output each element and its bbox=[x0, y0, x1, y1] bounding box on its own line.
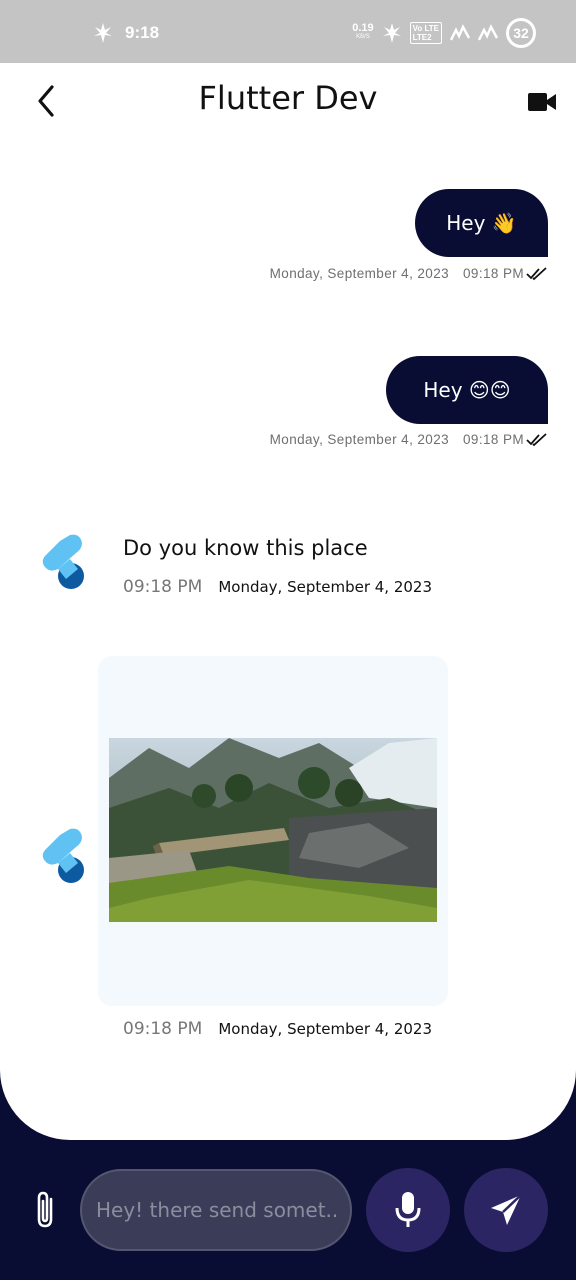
message-date: Monday, September 4, 2023 bbox=[218, 1020, 433, 1038]
message-text: Hey 😊😊 bbox=[423, 378, 511, 402]
page-title: Flutter Dev bbox=[198, 79, 378, 117]
message-meta: Monday, September 4, 2023 09:18 PM bbox=[270, 432, 548, 447]
sent-message-bubble[interactable]: Hey 👋 bbox=[415, 189, 548, 257]
message-date: Monday, September 4, 2023 bbox=[218, 578, 433, 596]
battery-indicator: 32 bbox=[506, 18, 536, 48]
status-left: 9:18 bbox=[93, 22, 159, 44]
message-date: Monday, September 4, 2023 bbox=[269, 432, 450, 447]
message-time-wrap: 09:18 PM bbox=[463, 432, 548, 447]
volte-top: Vo LTE bbox=[412, 24, 439, 33]
message-text: Hey 👋 bbox=[446, 211, 517, 235]
message-time: 09:18 PM bbox=[463, 432, 524, 447]
microphone-icon bbox=[395, 1192, 421, 1227]
message-input[interactable] bbox=[80, 1169, 352, 1251]
message-time: 09:18 PM bbox=[463, 266, 524, 281]
flutter-logo-avatar[interactable] bbox=[36, 531, 92, 595]
message-time: 09:18 PM bbox=[123, 1019, 203, 1039]
volte-bottom: LTE2 bbox=[412, 33, 432, 42]
message-date: Monday, September 4, 2023 bbox=[269, 266, 450, 281]
status-right: 0.19 KB/S Vo LTE LTE2 32 bbox=[352, 18, 536, 48]
app-header: Flutter Dev bbox=[0, 63, 576, 143]
flutter-logo-avatar[interactable] bbox=[36, 825, 92, 889]
message-time: 09:18 PM bbox=[123, 577, 203, 597]
message-composer bbox=[0, 1140, 576, 1280]
send-icon bbox=[491, 1194, 522, 1225]
chat-panel: Flutter Dev Hey 👋 Monday, September 4, 2… bbox=[0, 63, 576, 1140]
status-time: 9:18 bbox=[125, 23, 160, 42]
message-time-wrap: 09:18 PM bbox=[463, 266, 548, 281]
leaf-icon bbox=[94, 23, 112, 43]
video-camera-icon[interactable] bbox=[528, 91, 556, 113]
signal-icon bbox=[478, 24, 498, 41]
received-message-text: Do you know this place bbox=[123, 536, 368, 560]
status-bar: 9:18 0.19 KB/S Vo LTE LTE2 32 bbox=[0, 0, 576, 63]
sent-message-bubble[interactable]: Hey 😊😊 bbox=[386, 356, 548, 424]
network-speed: 0.19 KB/S bbox=[352, 22, 374, 42]
send-button[interactable] bbox=[464, 1168, 548, 1252]
landscape-photo bbox=[109, 738, 437, 922]
volte-badge: Vo LTE LTE2 bbox=[409, 22, 442, 44]
paperclip-icon[interactable] bbox=[32, 1190, 60, 1230]
network-speed-value: 0.19 bbox=[352, 22, 374, 34]
signal-icon bbox=[450, 24, 470, 41]
double-check-icon bbox=[526, 266, 547, 280]
network-speed-unit: KB/S bbox=[356, 34, 370, 40]
double-check-icon bbox=[526, 432, 547, 446]
received-message-meta: 09:18 PM Monday, September 4, 2023 bbox=[123, 577, 432, 597]
message-meta: Monday, September 4, 2023 09:18 PM bbox=[270, 266, 548, 281]
image-message-card[interactable] bbox=[98, 656, 448, 1006]
received-message-meta: 09:18 PM Monday, September 4, 2023 bbox=[123, 1019, 432, 1039]
leaf-icon bbox=[382, 23, 401, 43]
microphone-button[interactable] bbox=[366, 1168, 450, 1252]
